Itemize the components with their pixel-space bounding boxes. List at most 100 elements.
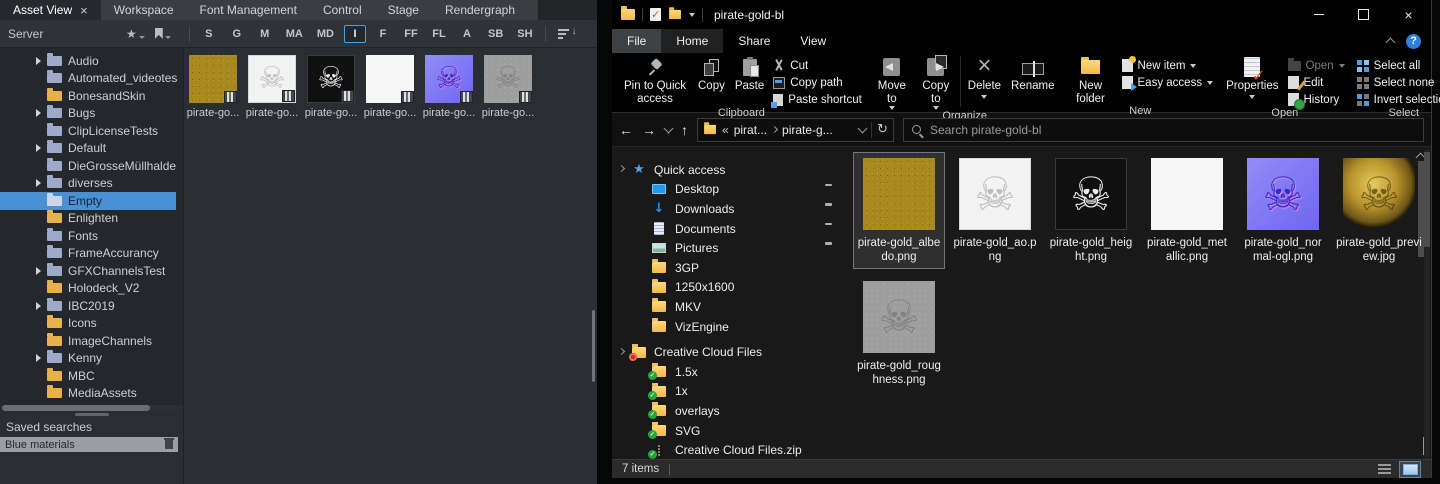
tab-control[interactable]: Control × xyxy=(310,0,375,20)
tree-item-ibc2019[interactable]: IBC2019 xyxy=(0,297,183,315)
saved-search-blue-materials[interactable]: Blue materials xyxy=(0,437,178,452)
search-box[interactable] xyxy=(903,118,1424,142)
tab-font-management[interactable]: Font Management × xyxy=(187,0,310,20)
move-to-button[interactable]: Move to xyxy=(870,53,914,110)
pin-to-quick-access-button[interactable]: Pin to Quick access xyxy=(617,53,693,107)
tab-asset-view[interactable]: Asset View × xyxy=(0,0,101,20)
refresh-icon[interactable]: ↻ xyxy=(877,123,888,136)
ribbon-tab-home[interactable]: Home xyxy=(661,29,723,53)
expand-arrow-icon[interactable] xyxy=(36,302,41,310)
filter-sb[interactable]: SB xyxy=(484,25,507,43)
quick-access-toolbar-caret-icon[interactable] xyxy=(689,13,695,17)
ribbon-tab-file[interactable]: File xyxy=(612,29,661,53)
file-pirate-gold-ao-png[interactable]: pirate-gold_ao.png xyxy=(949,152,1041,269)
copy-to-button[interactable]: Copy to xyxy=(914,53,958,110)
tree-item-enlighten[interactable]: Enlighten xyxy=(0,210,183,228)
expand-arrow-icon[interactable] xyxy=(36,144,41,152)
tree-item-bugs[interactable]: Bugs xyxy=(0,105,183,123)
select-none-button[interactable]: Select none xyxy=(1353,75,1440,90)
tab-workspace[interactable]: Workspace × xyxy=(101,0,187,20)
tree-horizontal-scrollbar[interactable] xyxy=(2,405,175,411)
properties-button[interactable]: Properties xyxy=(1221,53,1283,107)
back-icon[interactable]: ← xyxy=(619,123,633,137)
sidebar-item-documents[interactable]: Documents xyxy=(612,219,843,239)
history-button[interactable]: History xyxy=(1284,92,1349,107)
sidebar-item-svg[interactable]: SVG xyxy=(612,421,843,441)
expand-arrow-icon[interactable] xyxy=(36,109,41,117)
tree-item-kenny[interactable]: Kenny xyxy=(0,350,183,368)
copy-path-button[interactable]: Copy path xyxy=(769,75,866,90)
ribbon-tab-share[interactable]: Share xyxy=(723,29,785,53)
sidebar-item-1250x1600[interactable]: 1250x1600 xyxy=(612,278,843,298)
sidebar-item-desktop[interactable]: Desktop xyxy=(612,180,843,200)
delete-button[interactable]: Delete xyxy=(963,53,1006,110)
thumbnail-view-button[interactable] xyxy=(1399,461,1421,478)
filter-ff[interactable]: FF xyxy=(400,25,422,43)
tree-item-mediaassets[interactable]: MediaAssets xyxy=(0,385,183,403)
tree-item-icons[interactable]: Icons xyxy=(0,315,183,333)
maximize-button[interactable] xyxy=(1341,0,1386,29)
filter-s[interactable]: S xyxy=(198,25,220,43)
tree-item-bonesandskin[interactable]: BonesandSkin xyxy=(0,87,183,105)
sidebar-item-vizengine[interactable]: VizEngine xyxy=(612,317,843,337)
open-button[interactable]: Open xyxy=(1284,58,1349,73)
sidebar-item-mkv[interactable]: MKV xyxy=(612,297,843,317)
file-pirate-gold-normal-ogl-png[interactable]: pirate-gold_normal-ogl.png xyxy=(1237,152,1329,269)
expand-arrow-icon[interactable] xyxy=(36,354,41,362)
tree-item-mbc[interactable]: MBC xyxy=(0,367,183,385)
sidebar-item-quick-access[interactable]: Quick access xyxy=(612,160,843,180)
tree-item-frameaccurancy[interactable]: FrameAccurancy xyxy=(0,245,183,263)
sidebar-item-1-5x[interactable]: 1.5x xyxy=(612,362,843,382)
delete-search-icon[interactable] xyxy=(165,440,173,449)
tree-item-diegrossem-llhalde[interactable]: DieGrosseMüllhalde xyxy=(0,157,183,175)
file-pirate-gold-preview-jpg[interactable]: pirate-gold_preview.jpg xyxy=(1333,152,1425,269)
sidebar-item-creative-cloud-files-zip[interactable]: Creative Cloud Files.zip xyxy=(612,440,843,459)
file-pirate-gold-albedo-png[interactable]: pirate-gold_albedo.png xyxy=(853,152,945,269)
tree-item-diverses[interactable]: diverses xyxy=(0,175,183,193)
filter-fl[interactable]: FL xyxy=(428,25,450,43)
panel-resize-handle[interactable] xyxy=(75,413,109,416)
expand-arrow-icon[interactable] xyxy=(36,179,41,187)
file-pirate-gold-height-png[interactable]: pirate-gold_height.png xyxy=(1045,152,1137,269)
easy-access-button[interactable]: Easy access xyxy=(1118,75,1218,90)
filter-f[interactable]: F xyxy=(372,25,394,43)
recent-locations-icon[interactable] xyxy=(664,124,674,134)
bookmark-icon[interactable] xyxy=(155,28,171,39)
paste-shortcut-button[interactable]: Paste shortcut xyxy=(769,92,866,107)
tree-item-cliplicensetests[interactable]: ClipLicenseTests xyxy=(0,122,183,140)
chevron-down-icon[interactable] xyxy=(618,348,625,355)
asset-pane-scrollbar[interactable] xyxy=(592,310,595,382)
asset-pirate-go[interactable]: pirate-go... xyxy=(248,55,296,119)
tree-item-default[interactable]: Default xyxy=(0,140,183,158)
breadcrumb[interactable]: « pirat... pirate-g... ↻ xyxy=(697,118,894,142)
quick-access-properties-icon[interactable] xyxy=(650,8,661,21)
minimize-button[interactable] xyxy=(1296,0,1341,29)
filter-m[interactable]: M xyxy=(254,25,276,43)
tree-item-automated-videotes[interactable]: Automated_videotes xyxy=(0,70,183,88)
filter-i[interactable]: I xyxy=(344,25,366,43)
scrollbar-thumb[interactable] xyxy=(2,405,150,411)
details-view-button[interactable] xyxy=(1373,461,1395,478)
tab-close-icon[interactable]: × xyxy=(80,4,88,17)
tree-item-empty[interactable]: Empty xyxy=(0,192,176,210)
minimize-ribbon-icon[interactable] xyxy=(1386,38,1396,48)
invert-selection-button[interactable]: Invert selection xyxy=(1353,92,1440,107)
favorites-icon[interactable]: ★ xyxy=(126,27,145,41)
sidebar-item-downloads[interactable]: Downloads xyxy=(612,199,843,219)
asset-pirate-go[interactable]: pirate-go... xyxy=(307,55,355,119)
sidebar-item-overlays[interactable]: overlays xyxy=(612,401,843,421)
files-scrollbar[interactable] xyxy=(1424,150,1430,459)
asset-pirate-go[interactable]: pirate-go... xyxy=(484,55,532,119)
scrollbar-thumb[interactable] xyxy=(1424,152,1430,247)
sidebar-item-creative-cloud-files[interactable]: Creative Cloud Files xyxy=(612,342,843,362)
ribbon-tab-view[interactable]: View xyxy=(785,29,841,53)
sidebar-item-1x[interactable]: 1x xyxy=(612,382,843,402)
expand-arrow-icon[interactable] xyxy=(36,57,41,65)
breadcrumb-overflow[interactable]: « xyxy=(722,123,729,137)
sidebar-item-3gp[interactable]: 3GP xyxy=(612,258,843,278)
select-all-button[interactable]: Select all xyxy=(1353,58,1440,73)
edit-button[interactable]: Edit xyxy=(1284,75,1349,90)
tab-rendergraph[interactable]: Rendergraph × xyxy=(432,0,528,20)
close-button[interactable]: × xyxy=(1386,0,1431,29)
tab-stage[interactable]: Stage × xyxy=(375,0,432,20)
